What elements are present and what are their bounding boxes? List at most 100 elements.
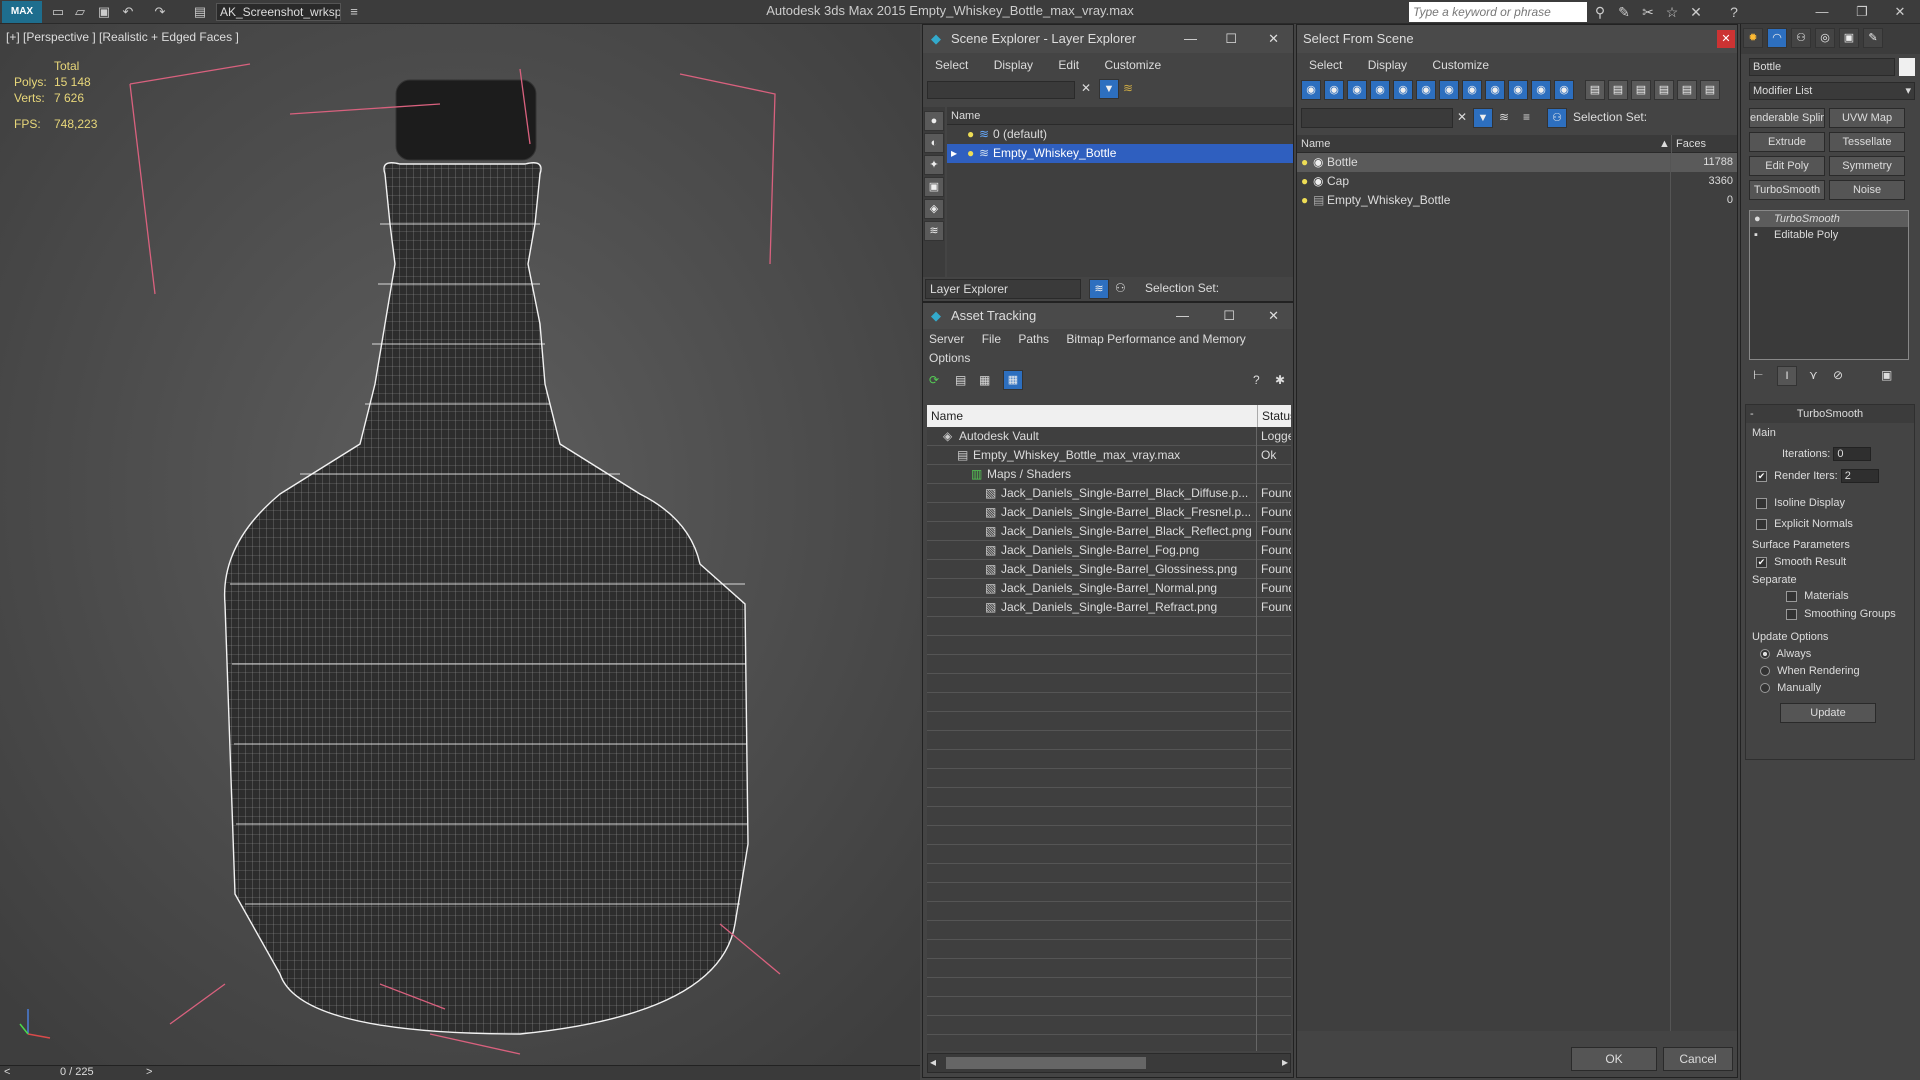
scene-explorer-search-input[interactable]	[927, 81, 1075, 99]
modifier-button-extrude[interactable]: Extrude	[1749, 132, 1825, 152]
display-hidden-icon[interactable]: ◉	[1554, 80, 1574, 100]
minimize-icon[interactable]: —	[1176, 303, 1189, 329]
hierarchy-icon[interactable]: ⚇	[1547, 108, 1567, 128]
find-icon[interactable]: ▤	[1677, 80, 1697, 100]
scroll-right-icon[interactable]: ▸	[1282, 1055, 1288, 1069]
tools-icon[interactable]: ✎	[1614, 2, 1634, 22]
layer-explorer-icon[interactable]: ≋	[1089, 279, 1109, 299]
select-invert-icon[interactable]: ▤	[1631, 80, 1651, 100]
col-name-header[interactable]: Name	[931, 405, 963, 427]
time-slider[interactable]: < 0 / 225 >	[0, 1065, 920, 1080]
asset-row[interactable]: ▧ Jack_Daniels_Single-Barrel_Fog.png Found	[927, 541, 1291, 560]
clear-search-icon[interactable]: ✕	[1457, 110, 1467, 124]
open-file-icon[interactable]: ▱	[70, 3, 90, 21]
select-all-icon[interactable]: ▤	[1585, 80, 1605, 100]
display-lights-icon[interactable]: ✦	[924, 155, 944, 175]
menu-server[interactable]: Server	[929, 332, 964, 346]
exchange-icon[interactable]: ✕	[1686, 2, 1706, 22]
col-faces-header[interactable]: Faces	[1671, 135, 1706, 153]
asset-row[interactable]: ▧ Jack_Daniels_Single-Barrel_Black_Fresne…	[927, 503, 1291, 522]
settings-icon[interactable]: ✱	[1275, 373, 1285, 387]
close-icon[interactable]: ✕	[1268, 25, 1279, 53]
display-helpers-icon[interactable]: ◈	[924, 199, 944, 219]
close-icon[interactable]: ✕	[1717, 30, 1735, 48]
select-none-icon[interactable]: ▤	[1608, 80, 1628, 100]
filter-icon[interactable]: ▤	[1654, 80, 1674, 100]
update-button[interactable]: Update	[1780, 703, 1876, 723]
hierarchy-tab-icon[interactable]: ⚇	[1791, 28, 1811, 48]
close-icon[interactable]: ✕	[1268, 303, 1279, 329]
menu-display[interactable]: Display	[1368, 58, 1407, 72]
minimize-icon[interactable]: —	[1184, 25, 1197, 53]
hierarchy-icon[interactable]: ⚇	[1115, 281, 1126, 295]
light-bulb-icon[interactable]: ●	[1301, 191, 1308, 210]
col-name-header[interactable]: Name	[1301, 135, 1330, 153]
clear-search-icon[interactable]: ✕	[1081, 81, 1091, 95]
modifier-button-renderable-spline[interactable]: enderable Splir	[1749, 108, 1825, 128]
list-view-icon[interactable]: ▤	[955, 373, 966, 387]
asset-row[interactable]: ◈ Autodesk Vault Logge	[927, 427, 1291, 446]
modifier-button-edit-poly[interactable]: Edit Poly	[1749, 156, 1825, 176]
stack-item-turbosmooth[interactable]: ● TurboSmooth	[1750, 211, 1908, 227]
new-file-icon[interactable]: ▭	[48, 3, 68, 21]
perspective-viewport[interactable]: [+] [Perspective ] [Realistic + Edged Fa…	[0, 24, 920, 1065]
menu-select[interactable]: Select	[935, 58, 968, 72]
smooth-result-checkbox[interactable]: ✔	[1756, 556, 1767, 568]
redo-icon[interactable]: ↷	[150, 3, 170, 21]
menu-bitmap-performance[interactable]: Bitmap Performance and Memory	[1066, 332, 1245, 346]
search-input[interactable]: Type a keyword or phrase	[1409, 2, 1587, 22]
make-unique-icon[interactable]: ⋎	[1809, 368, 1818, 382]
menu-display[interactable]: Display	[994, 58, 1033, 72]
display-tab-icon[interactable]: ▣	[1839, 28, 1859, 48]
select-search-input[interactable]	[1301, 108, 1453, 128]
collapse-icon[interactable]: ▤	[1700, 80, 1720, 100]
create-tab-icon[interactable]: ✹	[1743, 28, 1763, 48]
expand-box-icon[interactable]: ▪	[1754, 227, 1758, 243]
layer-row[interactable]: ● ≋ 0 (default)	[947, 125, 1293, 144]
time-next-button[interactable]: >	[146, 1066, 152, 1078]
isoline-checkbox[interactable]	[1756, 497, 1767, 509]
configure-modifier-sets-icon[interactable]: ▣	[1881, 368, 1892, 382]
help-icon[interactable]: ?	[1724, 2, 1744, 22]
object-color-swatch[interactable]	[1899, 58, 1915, 76]
rollout-title[interactable]: - TurboSmooth	[1746, 405, 1914, 423]
display-helpers-icon[interactable]: ◉	[1393, 80, 1413, 100]
asset-row[interactable]: ▤ Empty_Whiskey_Bottle_max_vray.max Ok	[927, 446, 1291, 465]
workspace-dropdown[interactable]: AK_Screenshot_wrksp	[216, 3, 341, 21]
modify-tab-icon[interactable]: ◠	[1767, 28, 1787, 48]
modifier-button-symmetry[interactable]: Symmetry	[1829, 156, 1905, 176]
horizontal-scrollbar[interactable]: ◂ ▸	[927, 1053, 1291, 1073]
light-bulb-icon[interactable]: ●	[1301, 153, 1308, 172]
display-groups-icon[interactable]: ◉	[1439, 80, 1459, 100]
modifier-list-dropdown[interactable]: Modifier List ▾	[1749, 82, 1915, 100]
motion-tab-icon[interactable]: ◎	[1815, 28, 1835, 48]
display-cameras-icon[interactable]: ▣	[924, 177, 944, 197]
menu-customize[interactable]: Customize	[1432, 58, 1489, 72]
thumbnail-view-icon[interactable]: ▦	[979, 373, 990, 387]
maximize-icon[interactable]: ☐	[1223, 303, 1235, 329]
asset-row[interactable]: ▧ Jack_Daniels_Single-Barrel_Refract.png F…	[927, 598, 1291, 617]
asset-row[interactable]: ▥ Maps / Shaders	[927, 465, 1291, 484]
menu-edit[interactable]: Edit	[1058, 58, 1079, 72]
utilities-tab-icon[interactable]: ✎	[1863, 28, 1883, 48]
object-row[interactable]: ● ◉ Cap 3360	[1297, 172, 1737, 191]
display-bones-icon[interactable]: ◉	[1485, 80, 1505, 100]
viewport-label[interactable]: [+] [Perspective ] [Realistic + Edged Fa…	[6, 30, 239, 44]
app-logo[interactable]: MAX	[2, 1, 42, 23]
display-containers-icon[interactable]: ◉	[1508, 80, 1528, 100]
modifier-button-tessellate[interactable]: Tessellate	[1829, 132, 1905, 152]
show-end-result-icon[interactable]: I	[1777, 366, 1797, 386]
always-radio[interactable]	[1760, 649, 1770, 660]
menu-paths[interactable]: Paths	[1018, 332, 1049, 346]
pin-stack-icon[interactable]: ⊢	[1753, 368, 1763, 382]
favorites-star-icon[interactable]: ☆	[1662, 2, 1682, 22]
scroll-thumb[interactable]	[946, 1057, 1146, 1069]
collapse-icon[interactable]: -	[1750, 405, 1754, 423]
asset-row[interactable]: ▧ Jack_Daniels_Single-Barrel_Black_Diffus…	[927, 484, 1291, 503]
sort-layers-icon[interactable]: ≡	[1523, 110, 1530, 124]
filter-icon[interactable]: ▼	[1099, 79, 1119, 99]
close-icon[interactable]: ✕	[1880, 2, 1920, 22]
expand-arrow-icon[interactable]: ▸	[951, 144, 957, 163]
undo-icon[interactable]: ↶	[118, 3, 138, 21]
display-cameras-icon[interactable]: ◉	[1370, 80, 1390, 100]
